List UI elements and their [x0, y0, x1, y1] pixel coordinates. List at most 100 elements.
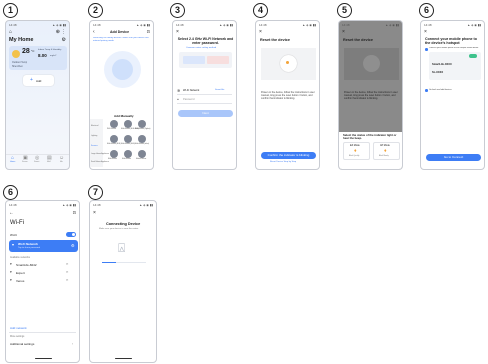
status-icons: ▲ ◈ ◉ ▮▮: [385, 23, 399, 27]
device-icon[interactable]: [110, 120, 118, 128]
device-icon[interactable]: [124, 120, 132, 128]
weather-icon: [12, 50, 20, 58]
back-icon[interactable]: ‹: [93, 29, 95, 35]
page-title: Connecting Device: [106, 222, 141, 226]
step-1-text: Connect your mobile phone to the hotspot…: [429, 47, 479, 49]
status-bar: 14:48 ▲ ◈ ◉ ▮▮: [9, 203, 76, 207]
status-icons: ▲ ◈ ◉ ▮▮: [139, 203, 153, 207]
scan-icon[interactable]: ⊡: [73, 210, 76, 215]
device-icon[interactable]: [110, 150, 118, 158]
nav-mall-label: Mall: [47, 161, 51, 163]
reset-guide-link[interactable]: Reset Device Step by Step: [270, 161, 296, 163]
router-help-link[interactable]: Common router setting method: [186, 47, 216, 49]
step-label-3: 3: [170, 3, 185, 18]
device-icon[interactable]: [138, 120, 146, 128]
ap-mode-label: AP Mode: [380, 144, 390, 147]
wifi-icon: ≋: [177, 88, 181, 93]
status-time: 14:48: [93, 203, 101, 207]
device-icon[interactable]: [124, 135, 132, 143]
gesture-bar: [35, 357, 52, 359]
connected-network-name: Wi-Fi Network: [18, 242, 38, 246]
nav-smart-label: Smart: [34, 161, 40, 163]
add-icon[interactable]: ⊕: [56, 29, 60, 35]
device-label: Wi-Fi Sensor: [107, 129, 117, 130]
category-lighting[interactable]: Lighting: [91, 135, 97, 137]
sheet-title: Select the status of the indicator light…: [343, 133, 397, 141]
status-icons: ▲ ◈ ◉ ▮▮: [219, 23, 233, 27]
step-label-5: 5: [337, 3, 352, 18]
hotspot-name-2: SL-XXXX: [432, 71, 444, 74]
device-label: Multi-Sensor (other): [135, 144, 150, 145]
device-label: Multi-Sensor (Zigbee): [135, 129, 151, 130]
status-icons: ▲ ◈ ◉ ▮▮: [52, 23, 66, 27]
step-label-2: 2: [88, 3, 103, 18]
humidity-value: 8.00: [38, 53, 47, 58]
category-large-appliance[interactable]: Large Home Appliance: [91, 153, 109, 155]
step-2-text: Go back and add devices: [429, 88, 452, 91]
go-to-connect-button[interactable]: Go to Connect: [426, 154, 481, 161]
nav-me-label: Me: [60, 161, 63, 163]
screen-select-indicator: 14:48 ▲ ◈ ◉ ▮▮ × Reset the device Power o…: [338, 20, 403, 170]
screen-home: 14:48 ▲ ◈ ◉ ▮▮ ⌂ ⊕ ⋮ My Home ⚙ 28 °C Outd…: [5, 20, 70, 170]
category-small-appliance[interactable]: Small Home Appliance: [91, 161, 109, 163]
more-icon[interactable]: ⋮: [61, 29, 66, 35]
status-bar: 14:48 ▲ ◈ ◉ ▮▮: [259, 23, 316, 27]
weather-temp: 28: [22, 48, 30, 55]
ap-mode-sub: Blink Slowly: [379, 155, 389, 157]
network-item[interactable]: Venus: [16, 279, 24, 283]
status-bar: 14:48 ▲ ◈ ◉ ▮▮: [424, 23, 481, 27]
device-icon[interactable]: [138, 150, 146, 158]
close-icon: ×: [342, 29, 345, 35]
wifi-signal-icon: ▾: [12, 242, 15, 247]
category-electrical[interactable]: Electrical: [91, 125, 98, 127]
weather-unit: °C: [31, 49, 35, 53]
back-icon[interactable]: ←: [9, 210, 14, 216]
step-1-dot: [425, 48, 428, 51]
password-input[interactable]: Password: [183, 98, 194, 101]
instruction-text: Power on the device, follow the instruct…: [344, 91, 398, 101]
scan-icon[interactable]: ⊡: [147, 29, 150, 34]
connected-network-sub: Tap to share password: [18, 246, 41, 249]
device-icon[interactable]: [124, 150, 132, 158]
status-time: 14:48: [342, 23, 350, 27]
wifi-network-field[interactable]: Wi-Fi Network: [183, 89, 199, 92]
status-time: 14:48: [93, 23, 101, 27]
device-icon[interactable]: [110, 135, 118, 143]
search-banner: Searching for nearby devices. Make sure …: [93, 37, 149, 42]
section-add-manually: Add Manually: [114, 114, 134, 118]
wifi-24-card: [183, 56, 205, 64]
status-time: 14:48: [9, 203, 17, 207]
network-settings-icon[interactable]: ⚙: [71, 243, 75, 248]
close-icon[interactable]: ×: [424, 29, 427, 35]
close-icon[interactable]: ×: [176, 29, 179, 35]
device-icon: ⍓: [118, 241, 126, 255]
network-item[interactable]: SmartLife-8242: [16, 263, 37, 267]
page-title: Select 2.4 GHz Wi-Fi Network and enter p…: [177, 37, 234, 46]
radar-inner: [112, 59, 133, 80]
indicator-light: [286, 61, 289, 64]
confirm-blinking-button[interactable]: Confirm the indicator is blinking: [261, 152, 316, 159]
additional-settings-item[interactable]: Additional settings: [10, 342, 34, 346]
wifi-toggle-label: Wi-Fi: [10, 233, 17, 237]
screen-add-device: 14:48 ▲ ◈ ◉ ▮▮ ‹ Add Device ⊡ Searching f…: [89, 20, 154, 170]
device-icon[interactable]: [138, 135, 146, 143]
ez-mode-label: EZ Mode: [350, 144, 360, 147]
divider: [9, 332, 76, 333]
add-network-link[interactable]: Add network: [10, 326, 27, 330]
page-title: My Home: [9, 37, 34, 43]
wifi-signal-icon: ▾: [10, 278, 12, 282]
network-item[interactable]: Expert: [16, 271, 25, 275]
close-icon[interactable]: ×: [93, 210, 96, 216]
close-icon[interactable]: ×: [259, 29, 262, 35]
category-sensors[interactable]: Sensors: [91, 145, 98, 147]
page-subtitle: Make sure your device is near the router…: [99, 228, 139, 230]
screen-wifi-settings: 14:48 ▲ ◈ ◉ ▮▮ ← ⊡ Wi-Fi Wi-Fi ▾ Wi-Fi Ne…: [5, 200, 80, 363]
status-time: 14:48: [9, 23, 17, 27]
next-button[interactable]: Next: [178, 110, 233, 117]
add-device-label: Add: [36, 79, 42, 83]
status-bar: 14:48 ▲ ◈ ◉ ▮▮: [9, 23, 66, 27]
edit-icon[interactable]: ⚙: [62, 37, 66, 43]
screen-connect-hotspot: 14:48 ▲ ◈ ◉ ▮▮ × Connect your mobile phon…: [420, 20, 485, 170]
home-switch-icon[interactable]: ⌂: [9, 29, 12, 35]
page-title: Reset the device: [260, 38, 290, 42]
